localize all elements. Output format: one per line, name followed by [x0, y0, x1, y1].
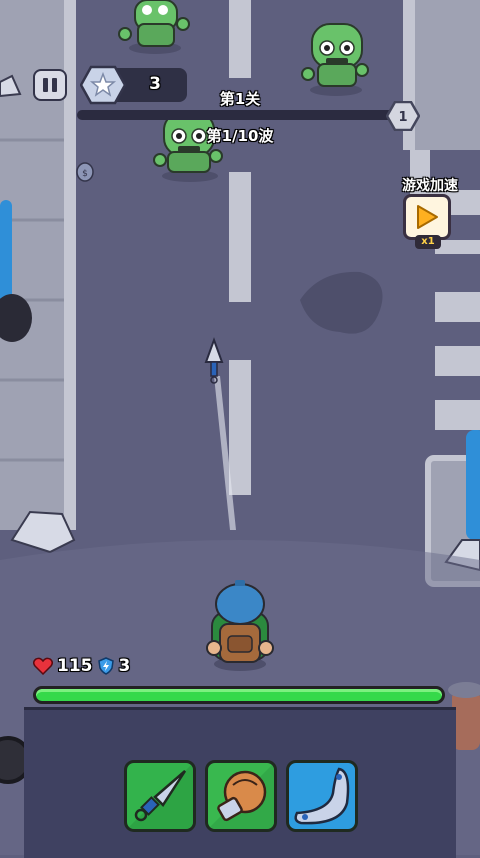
speed-up-label: 游戏加速 [402, 178, 458, 194]
pause-button[interactable] [33, 69, 67, 101]
player-stats: 115 3 [33, 656, 130, 676]
play-icon [417, 205, 438, 229]
lane-markings [229, 0, 251, 495]
next-level-badge: 1 [386, 101, 420, 131]
weapon-slot-boomerang[interactable] [286, 760, 358, 832]
gem-icon [80, 65, 126, 105]
pause-icon-bar-left [43, 78, 48, 92]
kunai-dagger-icon [127, 763, 193, 829]
level-progress-bar [77, 110, 399, 120]
weapon-slot-glove[interactable] [205, 760, 277, 832]
level-title: 第1关 [219, 90, 261, 108]
boxing-glove-icon [208, 763, 274, 829]
shield-value: 3 [118, 656, 131, 676]
gem-count: 3 [149, 74, 161, 94]
money-bag-icon[interactable]: $ [76, 162, 94, 182]
wave-counter: 第1/10波 [206, 127, 274, 145]
speed-up-button[interactable] [403, 194, 451, 240]
hp-value: 115 [57, 656, 93, 676]
heart-icon [33, 657, 53, 675]
shield-icon [97, 657, 114, 675]
speed-multiplier-badge: x1 [415, 235, 441, 249]
health-bar [33, 686, 445, 704]
weapon-slot-kunai[interactable] [124, 760, 196, 832]
next-level-number: 1 [398, 110, 407, 125]
pause-icon-bar-right [52, 78, 57, 92]
health-bar-fill [36, 689, 442, 701]
boomerang-icon [294, 767, 350, 825]
svg-text:$: $ [82, 169, 88, 179]
